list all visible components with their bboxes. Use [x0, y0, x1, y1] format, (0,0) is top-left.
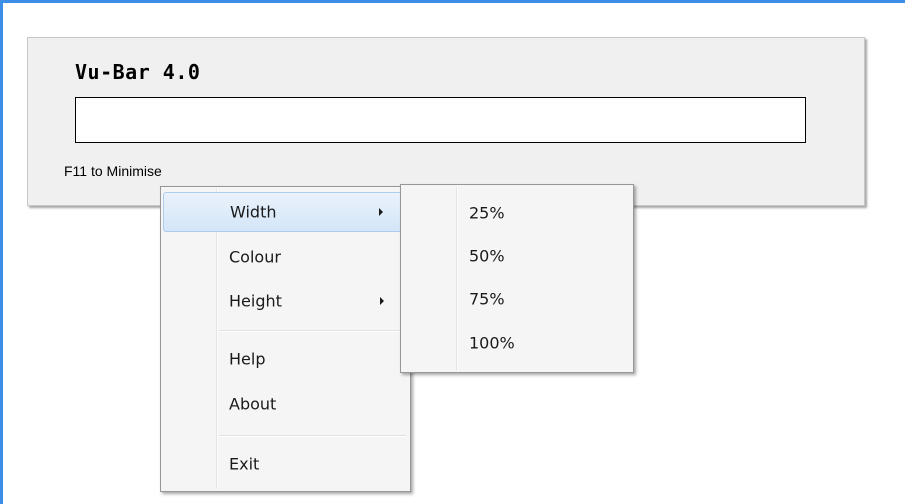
- menu-item-colour[interactable]: Colour: [163, 237, 408, 277]
- submenu-item-75[interactable]: 75%: [403, 279, 631, 319]
- submenu-arrow-icon: [380, 297, 384, 305]
- menu-separator: [219, 435, 406, 437]
- menu-item-width[interactable]: Width: [163, 192, 408, 232]
- context-menu: Width Colour Height Help About Exit: [160, 186, 411, 492]
- menu-item-label: Colour: [229, 247, 281, 267]
- width-submenu: 25% 50% 75% 100%: [400, 184, 634, 373]
- submenu-item-label: 75%: [469, 289, 505, 309]
- app-title: Vu-Bar 4.0: [75, 60, 201, 84]
- window-frame-left: [0, 0, 3, 504]
- menu-separator: [219, 330, 406, 332]
- menu-item-height[interactable]: Height: [163, 281, 408, 321]
- submenu-item-label: 100%: [469, 333, 515, 353]
- menu-item-label: Width: [230, 202, 277, 222]
- submenu-item-100[interactable]: 100%: [403, 323, 631, 363]
- submenu-item-label: 25%: [469, 203, 505, 223]
- menu-item-exit[interactable]: Exit: [163, 444, 408, 484]
- menu-item-label: About: [229, 394, 277, 414]
- menu-item-about[interactable]: About: [163, 384, 408, 424]
- submenu-item-25[interactable]: 25%: [403, 193, 631, 233]
- submenu-item-50[interactable]: 50%: [403, 236, 631, 276]
- menu-item-label: Exit: [229, 454, 260, 474]
- menu-item-label: Help: [229, 349, 266, 369]
- menu-item-help[interactable]: Help: [163, 339, 408, 379]
- menu-item-label: Height: [229, 291, 282, 311]
- volume-level-bar: [75, 97, 806, 143]
- window-frame-top: [0, 0, 905, 3]
- submenu-item-label: 50%: [469, 246, 505, 266]
- minimise-hint: F11 to Minimise: [64, 163, 162, 179]
- submenu-arrow-icon: [379, 208, 383, 216]
